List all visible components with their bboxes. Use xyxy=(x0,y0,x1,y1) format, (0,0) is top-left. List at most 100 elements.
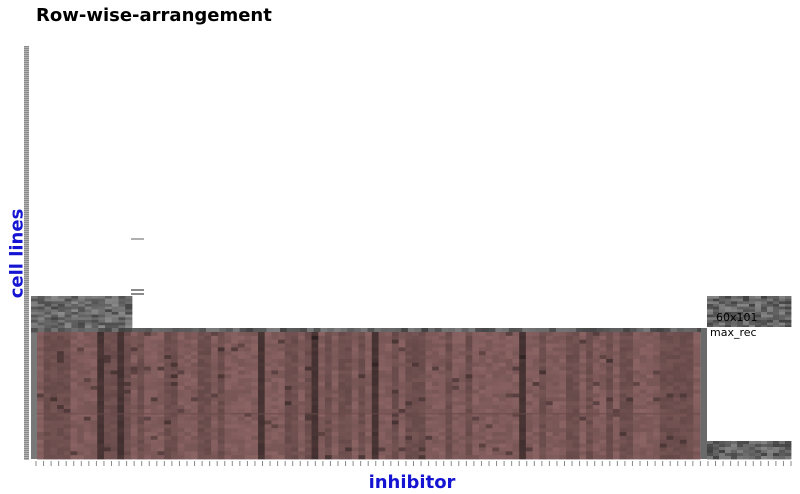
heatmap-cell xyxy=(592,432,600,437)
heatmap-cell xyxy=(90,385,98,391)
heatmap-cell xyxy=(545,393,554,398)
heatmap-cell xyxy=(44,322,52,326)
heatmap-cell xyxy=(51,301,59,305)
heatmap-cell xyxy=(566,393,574,398)
heatmap-cell xyxy=(70,343,78,348)
heatmap-cell xyxy=(137,405,145,410)
heatmap-cell xyxy=(599,385,607,391)
heatmap-cell xyxy=(639,378,647,383)
heatmap-cell xyxy=(177,385,185,391)
heatmap-cell xyxy=(111,317,119,321)
heatmap-cell xyxy=(532,335,540,341)
heatmap-cell xyxy=(170,382,179,387)
heatmap-cell xyxy=(177,370,185,375)
heatmap-cell xyxy=(572,362,580,368)
heatmap-cell xyxy=(70,358,78,364)
heatmap-cell xyxy=(539,358,547,364)
heatmap-cell xyxy=(179,328,187,333)
heatmap-cell xyxy=(519,451,527,456)
heatmap-cell xyxy=(37,397,45,402)
heatmap-cell xyxy=(592,358,600,364)
heatmap-cell xyxy=(98,319,106,323)
heatmap-cell xyxy=(633,435,641,441)
heatmap-cell xyxy=(197,335,205,341)
heatmap-cell xyxy=(495,328,503,333)
heatmap-cell xyxy=(432,378,440,383)
heatmap-cell xyxy=(666,393,674,398)
heatmap-cell xyxy=(639,401,647,406)
heatmap-cell xyxy=(378,351,386,356)
heatmap-cell xyxy=(458,405,467,410)
heatmap-cell xyxy=(532,385,540,391)
heatmap-cell xyxy=(365,343,373,348)
heatmap-cell xyxy=(144,424,152,429)
heatmap-cell xyxy=(338,420,346,425)
heatmap-cell xyxy=(385,405,393,410)
heatmap-cell xyxy=(659,358,667,364)
heatmap-cell xyxy=(184,358,192,364)
heatmap-cell xyxy=(599,443,607,448)
heatmap-cell xyxy=(405,339,413,344)
heatmap-cell xyxy=(63,385,71,391)
heatmap-cell xyxy=(525,382,533,387)
heatmap-cell xyxy=(204,416,212,421)
heatmap[interactable] xyxy=(0,0,800,494)
heatmap-cell xyxy=(304,378,312,383)
heatmap-cell xyxy=(284,374,292,379)
heatmap-cell xyxy=(43,335,51,341)
heatmap-cell xyxy=(586,424,594,429)
heatmap-cell xyxy=(164,335,172,341)
heatmap-cell xyxy=(318,362,326,368)
heatmap-cell xyxy=(191,416,199,421)
heatmap-cell xyxy=(749,296,756,300)
heatmap-cell xyxy=(679,355,688,360)
heatmap-cell xyxy=(125,301,133,305)
heatmap-cell xyxy=(713,456,720,460)
heatmap-cell xyxy=(646,351,654,356)
heatmap-cell xyxy=(566,351,574,356)
heatmap-cell xyxy=(552,432,560,437)
heatmap-cell xyxy=(103,405,112,410)
heatmap-cell xyxy=(70,389,78,394)
heatmap-cell xyxy=(264,343,272,348)
heatmap-cell xyxy=(472,389,480,394)
heatmap-cell xyxy=(418,355,426,360)
heatmap-cell xyxy=(211,393,219,398)
heatmap-cell xyxy=(653,335,661,341)
heatmap-cell xyxy=(465,432,473,437)
heatmap-cell xyxy=(150,424,158,429)
heatmap-cell xyxy=(552,420,560,425)
heatmap-cell xyxy=(445,447,453,452)
heatmap-cell xyxy=(110,401,118,406)
heatmap-cell xyxy=(244,332,252,337)
heatmap-cell xyxy=(767,447,774,451)
heatmap-cell xyxy=(445,443,453,448)
heatmap-cell xyxy=(324,335,333,341)
heatmap-cell xyxy=(191,428,199,433)
heatmap-cell xyxy=(358,332,366,337)
heatmap-cell xyxy=(137,339,145,344)
heatmap-cell xyxy=(599,332,607,337)
heatmap-cell xyxy=(63,362,71,368)
heatmap-cell xyxy=(338,351,346,356)
heatmap-cell xyxy=(785,450,792,454)
heatmap-cell xyxy=(103,332,112,337)
heatmap-cell xyxy=(646,389,654,394)
heatmap-cell xyxy=(579,393,587,398)
heatmap-cell xyxy=(566,335,574,341)
heatmap-cell xyxy=(639,339,647,344)
heatmap-cell xyxy=(37,301,45,305)
heatmap-cell xyxy=(304,420,312,425)
heatmap-cell xyxy=(351,370,359,375)
heatmap-cell xyxy=(43,370,51,375)
heatmap-cell xyxy=(157,378,165,383)
heatmap-cell xyxy=(619,343,627,348)
heatmap-cell xyxy=(539,382,547,387)
heatmap-cell xyxy=(145,328,153,333)
heatmap-cell xyxy=(539,378,547,383)
heatmap-cell xyxy=(606,435,614,441)
heatmap-cell xyxy=(512,408,520,414)
heatmap-cell xyxy=(485,366,493,371)
heatmap-cell xyxy=(70,428,78,433)
heatmap-cell xyxy=(211,339,219,344)
